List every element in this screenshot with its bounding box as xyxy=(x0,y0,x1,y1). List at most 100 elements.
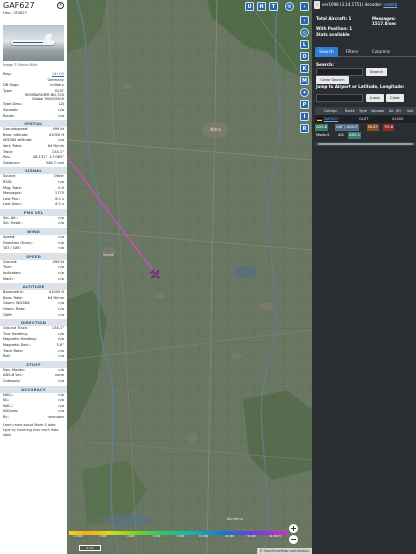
place-label: Komárno xyxy=(227,517,243,521)
version-text: ver1098 (3.14.1751) decoder: xyxy=(322,2,383,7)
legend-modes: Mode-S xyxy=(316,133,330,137)
map-button-h[interactable]: H xyxy=(257,2,266,11)
type-description-line: Global 5000/5500 xyxy=(31,96,64,101)
altitude-tick: 4 000 xyxy=(127,535,135,539)
legend-ais: AIS xyxy=(338,133,344,137)
expand-chevron-right-icon[interactable]: › xyxy=(300,16,309,25)
field-value: n/a xyxy=(58,276,64,281)
tab-columns[interactable]: Columns xyxy=(367,47,395,57)
map-canvas[interactable]: Nitra Sereď Komárno xyxy=(67,0,312,554)
distance-scale: 2 km xyxy=(79,545,101,551)
sidebar-tabs: Search Filters Columns xyxy=(315,47,416,57)
section-header: ACCURACY xyxy=(0,385,67,393)
section-header: WIND xyxy=(0,228,67,236)
clear-jump-button[interactable]: Clear xyxy=(386,94,404,102)
aircraft-detail-panel: GAF627 Hex.: 3F4627 × Image © Marvin Bür… xyxy=(0,0,67,554)
legend-adsc: ADS-C xyxy=(348,132,362,139)
search-button[interactable]: Search xyxy=(366,68,387,76)
messages-rate: 1517.8/sec xyxy=(372,21,397,27)
map-button-i[interactable]: I xyxy=(300,112,309,121)
field-value: 548.7 nmi xyxy=(45,160,64,165)
altitude-tick: 10 000 xyxy=(199,535,209,539)
field-label: TAT / OAT: xyxy=(3,246,21,251)
legend-uat: UAT / ADS-R xyxy=(335,124,359,131)
jump-label: Jump to Airport or Latitude, Longitude: xyxy=(316,84,405,89)
map-button-r[interactable]: R xyxy=(300,124,309,133)
map-attribution[interactable]: © OpenStreetMap contributors. xyxy=(257,548,312,554)
tab-search[interactable]: Search xyxy=(315,47,338,57)
detail-row: TAT / OAT: n/a xyxy=(0,246,67,252)
settings-gear-icon[interactable]: ⚙ xyxy=(285,2,294,11)
row-callsign[interactable]: GAF627 xyxy=(324,115,338,123)
section-header: DIRECTION xyxy=(0,319,67,327)
legend-mlat: MLAT xyxy=(367,124,379,131)
tab-filters[interactable]: Filters xyxy=(340,47,364,57)
column-header[interactable]: Squawk xyxy=(371,107,384,115)
map-button-l[interactable]: L xyxy=(300,40,309,49)
aircraft-photo[interactable] xyxy=(3,25,64,61)
detail-row: Roll: n/a xyxy=(0,354,67,360)
zoom-in-button[interactable]: + xyxy=(289,524,298,533)
photo-credit: Image © Marvin Bürk xyxy=(3,63,38,67)
collapse-chevron-left-icon[interactable]: ‹ xyxy=(314,1,320,9)
stats-block: Total Aircraft: 1 With Position: 1 Stats… xyxy=(316,16,352,37)
map-view[interactable]: Nitra Sereď Komárno U H T ⚙ › › ◎ L O K … xyxy=(67,0,312,554)
map-button-u[interactable]: U xyxy=(245,2,254,11)
column-header[interactable]: Spd xyxy=(407,107,413,115)
section-header: SIGNAL xyxy=(0,167,67,175)
field-label: Roll: xyxy=(3,354,11,359)
altitude-tick: 40 000 ft xyxy=(269,535,281,539)
field-value: n/a xyxy=(58,113,64,118)
close-icon[interactable]: × xyxy=(57,2,64,9)
detail-row: Sel. Head.: n/a xyxy=(0,221,67,227)
column-header[interactable]: Alt. (ft) xyxy=(389,107,401,115)
map-button-k[interactable]: K xyxy=(300,64,309,73)
table-row[interactable]: GAF627 GLST 41000 xyxy=(315,115,416,123)
field-value: n/a xyxy=(58,378,64,383)
altitude-tick: <1 000 xyxy=(73,535,83,539)
detail-row: Last Seen: 6.1 s xyxy=(0,202,67,208)
detail-row: Distance: 548.7 nmi xyxy=(0,161,67,167)
with-position: With Position: 1 xyxy=(316,26,353,32)
germany-flag-icon xyxy=(317,117,322,121)
jump-button[interactable]: Jump xyxy=(366,94,384,102)
column-header[interactable]: Callsign xyxy=(324,107,337,115)
legend-tisb: TIS-B xyxy=(383,124,395,131)
search-input[interactable] xyxy=(316,68,363,76)
detail-row: Mach: n/a xyxy=(0,277,67,283)
field-label: QNH: xyxy=(3,312,13,317)
field-value: n/a xyxy=(58,354,64,359)
center-target-icon[interactable]: ◎ xyxy=(300,28,309,37)
column-header[interactable]: Type xyxy=(359,107,367,115)
altitude-tick: 6 000 xyxy=(153,535,161,539)
search-label: Search: xyxy=(316,62,334,67)
field-label: Route: xyxy=(3,113,15,118)
field-label: Distance: xyxy=(3,160,20,165)
sidebar: ‹ ver1098 (3.14.1751) decoder: readsb To… xyxy=(312,0,416,554)
callsign-title: GAF627 xyxy=(3,1,35,10)
fullscreen-icon[interactable]: ✦ xyxy=(300,88,309,97)
stats-available: Stats available xyxy=(316,31,350,37)
detail-fields: Reg.: 14+02 Germany DB flags: military Type: G… xyxy=(0,72,67,438)
decoder-link[interactable]: readsb xyxy=(384,2,398,7)
altitude-tick: 20 000 xyxy=(225,535,235,539)
field-value: n/a xyxy=(58,246,64,251)
field-label: Rc: xyxy=(3,414,9,419)
row-type: GLST xyxy=(359,117,369,121)
field-value: 6.1 s xyxy=(55,202,64,207)
map-button-o[interactable]: O xyxy=(300,52,309,61)
field-value: n/a xyxy=(58,312,64,317)
jump-input[interactable] xyxy=(316,94,363,102)
map-button-p[interactable]: P xyxy=(300,100,309,109)
map-button-m[interactable]: M xyxy=(300,76,309,85)
collapse-sidebar-chevron-right-icon[interactable]: › xyxy=(300,2,309,11)
messages-block: Messages: 1517.8/sec xyxy=(372,16,396,26)
zoom-out-button[interactable]: − xyxy=(289,535,298,544)
scrollbar-thumb[interactable] xyxy=(318,142,413,146)
table-scrollbar[interactable] xyxy=(315,142,416,146)
column-header[interactable]: Route xyxy=(345,107,355,115)
altitude-tick: 2 000 xyxy=(99,535,107,539)
clear-search-button[interactable]: Clear Search xyxy=(316,76,349,84)
section-header: SPATIAL xyxy=(0,120,67,128)
map-button-t[interactable]: T xyxy=(269,2,278,11)
